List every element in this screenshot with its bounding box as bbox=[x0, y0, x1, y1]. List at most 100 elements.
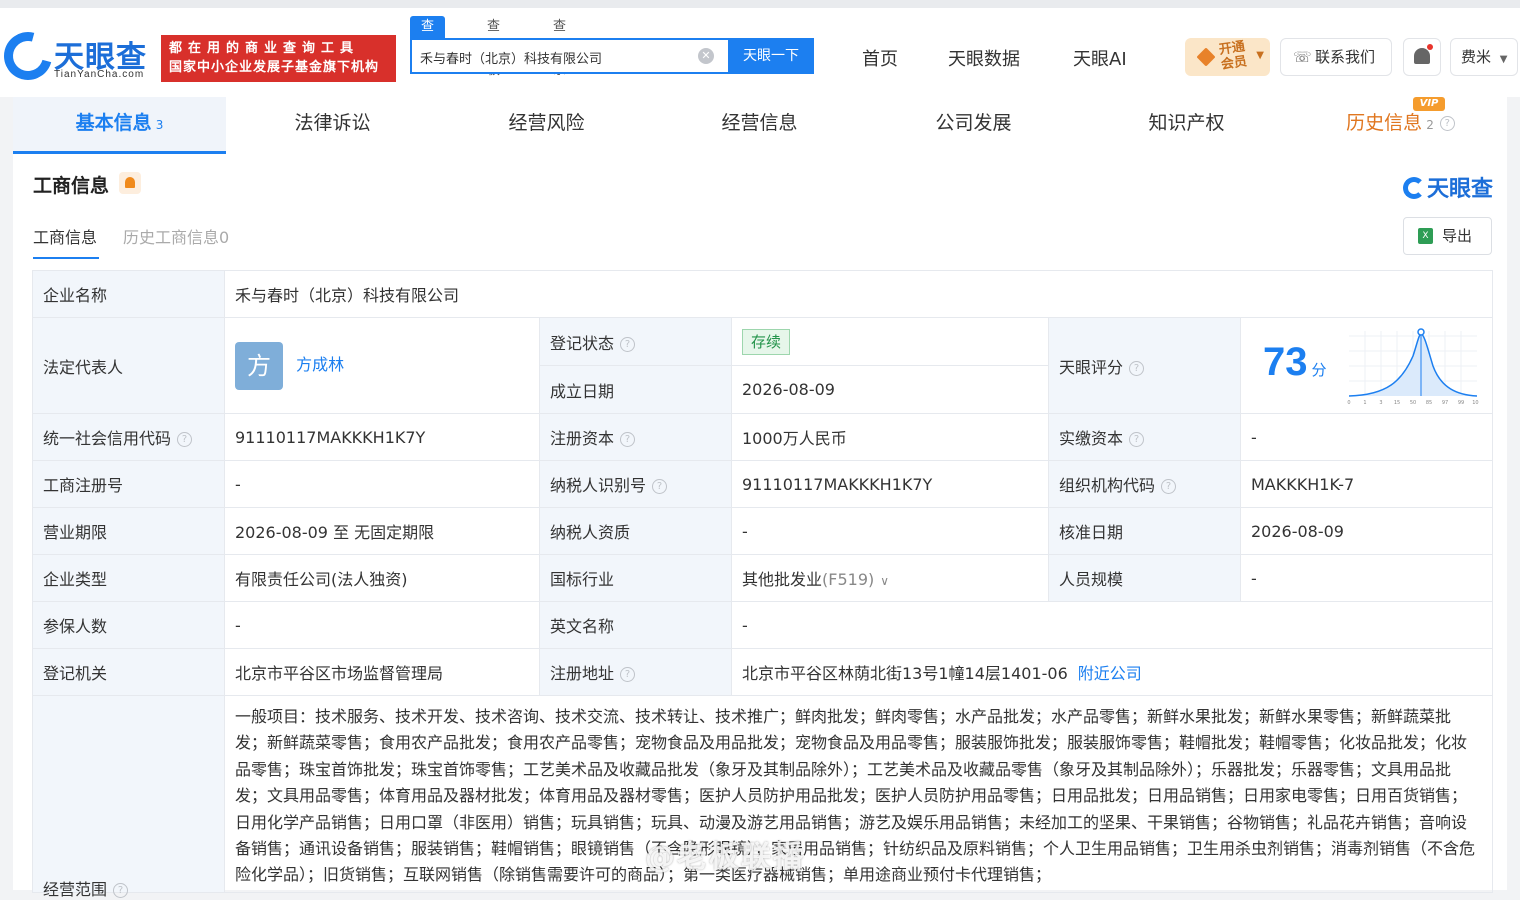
tab-history[interactable]: 历史信息 2? bbox=[1294, 97, 1507, 154]
promo-banner[interactable]: 都在用的商业查询工具 国家中小企业发展子基金旗下机构 bbox=[161, 35, 396, 82]
contact-us-button[interactable]: ☏ 联系我们 bbox=[1280, 38, 1392, 76]
scope-cell: 一般项目：技术服务、技术开发、技术咨询、技术交流、技术转让、技术推广；鲜肉批发；… bbox=[223, 695, 1494, 893]
tianyancha-logo[interactable]: 天眼查 TianYanCha.com bbox=[0, 23, 154, 89]
subtab-history-business-info[interactable]: 历史工商信息0 bbox=[123, 224, 229, 248]
score-axis-tick: 99 bbox=[1458, 400, 1464, 406]
business-info-table: 企业名称 禾与春时（北京）科技有限公司 法定代表人 方 方成林 登记状态? 存续… bbox=[32, 270, 1494, 899]
vip-badge: VIP bbox=[1413, 97, 1445, 111]
reg-status-cell: 存续 bbox=[731, 317, 1049, 366]
vip-gem-icon bbox=[1196, 47, 1216, 67]
taxpayer-qual-label: 纳税人资质 bbox=[539, 507, 732, 555]
table-row: 统一社会信用代码? 91110117MAKKKH1K7Y 注册资本? 1000万… bbox=[32, 413, 1494, 461]
excel-icon: X bbox=[1418, 228, 1433, 244]
table-row: 法定代表人 方 方成林 登记状态? 存续 天眼评分? 73 分 0 1 3 15… bbox=[32, 317, 1494, 414]
phone-icon: ☏ bbox=[1293, 48, 1312, 66]
address-label: 注册地址? bbox=[539, 648, 732, 696]
tab-basic-info-count: 3 bbox=[155, 118, 164, 132]
score-cell[interactable]: 73分 0 1 3 15 50 85 97 99 100 bbox=[1239, 317, 1494, 414]
address-value: 北京市平谷区林荫北街13号1幢14层1401-06 bbox=[742, 664, 1068, 683]
help-icon[interactable]: ? bbox=[1129, 432, 1145, 447]
type-value: 有限责任公司(法人独资) bbox=[224, 554, 540, 602]
reg-no-label: 工商注册号 bbox=[32, 460, 225, 508]
help-icon[interactable]: ? bbox=[620, 667, 636, 682]
subscribe-bell-icon[interactable] bbox=[119, 172, 141, 194]
industry-cell[interactable]: 其他批发业(F519) ∨ bbox=[731, 554, 1049, 602]
industry-code: (F519) bbox=[822, 570, 875, 589]
search-tab-relation[interactable]: 查关系 bbox=[553, 16, 566, 78]
search-tab-boss[interactable]: 查老板 bbox=[487, 16, 500, 78]
table-row: 企业名称 禾与春时（北京）科技有限公司 bbox=[32, 270, 1494, 318]
insured-value: - bbox=[224, 601, 540, 649]
approve-date-value: 2026-08-09 bbox=[1239, 507, 1494, 555]
subtab-business-info[interactable]: 工商信息 bbox=[33, 224, 97, 248]
search-tab-company[interactable]: 查公司 bbox=[410, 16, 446, 78]
avatar[interactable]: 方 bbox=[235, 341, 283, 390]
table-row: 企业类型 有限责任公司(法人独资) 国标行业 其他批发业(F519) ∨ 人员规模… bbox=[32, 554, 1494, 602]
authority-value: 北京市平谷区市场监督管理局 bbox=[224, 648, 540, 696]
search-button[interactable]: 天眼一下 bbox=[728, 38, 814, 74]
table-row: 参保人数 - 英文名称 - bbox=[32, 601, 1494, 649]
staff-label: 人员规模 bbox=[1048, 554, 1241, 602]
open-vip-button[interactable]: 开通 会员 ▼ bbox=[1185, 38, 1270, 76]
english-name-label: 英文名称 bbox=[539, 601, 732, 649]
tab-legal[interactable]: 法律诉讼 bbox=[226, 97, 439, 154]
taxpayer-id-value: 91110117MAKKKH1K7Y bbox=[731, 460, 1049, 508]
help-icon[interactable]: ? bbox=[1129, 360, 1145, 376]
search-input[interactable] bbox=[420, 46, 690, 68]
reg-capital-value: 1000万人民币 bbox=[731, 413, 1049, 461]
paid-capital-value: - bbox=[1239, 413, 1494, 461]
score-label-text: 天眼评分 bbox=[1059, 357, 1124, 377]
industry-label: 国标行业 bbox=[539, 554, 732, 602]
industry-value: 其他批发业 bbox=[742, 570, 823, 589]
tab-development[interactable]: 公司发展 bbox=[867, 97, 1080, 154]
tab-risk[interactable]: 经营风险 bbox=[440, 97, 653, 154]
taxpayer-id-label-text: 纳税人识别号 bbox=[550, 476, 647, 495]
legal-rep-cell: 方 方成林 bbox=[224, 317, 540, 414]
taxpayer-id-label: 纳税人识别号? bbox=[539, 460, 732, 508]
status-badge: 存续 bbox=[742, 328, 791, 355]
help-icon[interactable]: ? bbox=[177, 432, 193, 447]
nav-tianyan-data[interactable]: 天眼数据 bbox=[948, 45, 1020, 71]
help-icon[interactable]: ? bbox=[620, 432, 636, 447]
score-value: 73 bbox=[1263, 340, 1308, 384]
logo-mark-icon bbox=[0, 23, 61, 89]
score-axis-tick: 15 bbox=[1394, 400, 1400, 406]
reg-status-label: 登记状态? bbox=[539, 317, 732, 366]
logo-mark-icon bbox=[1402, 177, 1425, 199]
tab-basic-info[interactable]: 基本信息 3 bbox=[13, 97, 226, 154]
term-value: 2026-08-09 至 无固定期限 bbox=[224, 507, 540, 555]
help-icon[interactable]: ? bbox=[113, 883, 129, 898]
user-menu-button[interactable]: 费米 ▼ bbox=[1450, 38, 1518, 76]
watermark: @老板联播 bbox=[645, 840, 805, 875]
nav-tianyan-ai[interactable]: 天眼AI bbox=[1073, 45, 1127, 71]
authority-label: 登记机关 bbox=[32, 648, 225, 696]
staff-value: - bbox=[1239, 554, 1494, 602]
nav-home[interactable]: 首页 bbox=[862, 45, 898, 71]
taxpayer-qual-value: - bbox=[731, 507, 1049, 555]
company-name-value: 禾与春时（北京）科技有限公司 bbox=[223, 270, 1494, 318]
help-icon[interactable]: ? bbox=[1161, 479, 1177, 494]
notifications-button[interactable] bbox=[1403, 38, 1441, 76]
bell-icon bbox=[1414, 48, 1430, 64]
help-icon[interactable]: ? bbox=[620, 336, 636, 352]
help-icon[interactable]: ? bbox=[1439, 116, 1455, 131]
table-row: 工商注册号 - 纳税人识别号? 91110117MAKKKH1K7Y 组织机构代… bbox=[32, 460, 1494, 508]
tab-operation[interactable]: 经营信息 bbox=[653, 97, 866, 154]
unread-dot bbox=[1427, 44, 1433, 50]
clear-icon[interactable]: ✕ bbox=[698, 48, 714, 64]
legal-rep-link[interactable]: 方成林 bbox=[296, 355, 344, 374]
tab-ip[interactable]: 知识产权 bbox=[1080, 97, 1293, 154]
score-axis-tick: 1 bbox=[1363, 400, 1366, 406]
approve-date-label: 核准日期 bbox=[1048, 507, 1241, 555]
score-axis-tick: 85 bbox=[1426, 400, 1432, 406]
panel-title: 工商信息 bbox=[33, 175, 110, 197]
english-name-value: - bbox=[730, 601, 1494, 649]
help-icon[interactable]: ? bbox=[652, 479, 668, 494]
export-label: 导出 bbox=[1442, 227, 1473, 245]
score-unit: 分 bbox=[1311, 361, 1327, 379]
table-row: 登记机关 北京市平谷区市场监督管理局 注册地址? 北京市平谷区林荫北街13号1幢… bbox=[32, 648, 1494, 696]
search-box: ✕ bbox=[410, 38, 728, 74]
export-button[interactable]: X 导出 bbox=[1403, 217, 1492, 255]
term-label: 营业期限 bbox=[32, 507, 225, 555]
nearby-companies-link[interactable]: 附近公司 bbox=[1078, 664, 1142, 683]
